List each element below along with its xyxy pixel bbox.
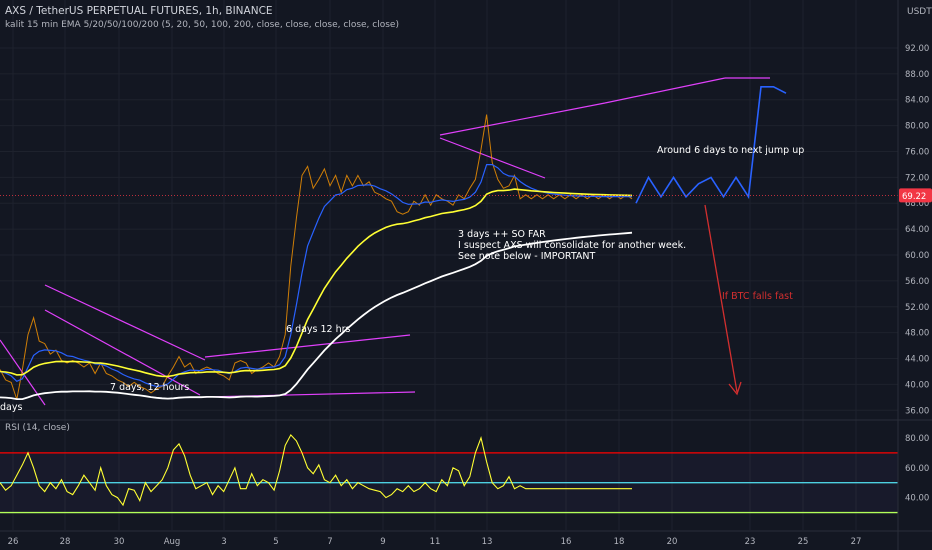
price-tick-label: 44.00	[905, 355, 929, 365]
price-tick-label: 92.00	[905, 44, 929, 54]
time-tick-label: 25	[798, 537, 809, 547]
annotation-consolidate: I suspect AXS will consolidate for anoth…	[458, 240, 686, 251]
price-tick-label: 56.00	[905, 277, 929, 287]
time-tick-label: 16	[561, 537, 572, 547]
symbol-title: AXS / TetherUS PERPETUAL FUTURES, 1h, BI…	[5, 5, 273, 17]
price-tick-label: 40.00	[905, 380, 929, 390]
price-tick-label: 76.00	[905, 147, 929, 157]
price-tick-label: 88.00	[905, 70, 929, 80]
annotation-see-note: See note below - IMPORTANT	[458, 251, 596, 262]
time-tick-label: 28	[60, 537, 71, 547]
price-tick-label: 84.00	[905, 96, 929, 106]
currency-label: USDT	[907, 7, 932, 17]
time-tick-label: 9	[380, 537, 385, 547]
time-tick-label: 20	[667, 537, 678, 547]
rsi-tick-label: 60.00	[905, 464, 929, 474]
time-tick-label: 18	[614, 537, 625, 547]
trading-chart[interactable]: 92.0088.0084.0080.0076.0072.0068.0064.00…	[0, 0, 932, 550]
rsi-tick-label: 40.00	[905, 494, 929, 504]
current-price-value: 69.22	[902, 192, 926, 202]
indicator-title: kalit 15 min EMA 5/20/50/100/200 (5, 20,…	[5, 20, 399, 30]
time-tick-label: 13	[482, 537, 493, 547]
price-tick-label: 72.00	[905, 173, 929, 183]
time-tick-label: Aug	[164, 537, 181, 547]
rsi-tick-label: 80.00	[905, 434, 929, 444]
time-tick-label: 26	[8, 537, 19, 547]
price-tick-label: 64.00	[905, 225, 929, 235]
annotation-6-days-jump: Around 6 days to next jump up	[657, 145, 804, 156]
time-tick-label: 5	[273, 537, 278, 547]
time-tick-label: 30	[114, 537, 125, 547]
time-tick-label: 23	[745, 537, 756, 547]
annotation-3-days: 3 days ++ SO FAR	[458, 229, 546, 240]
price-tick-label: 60.00	[905, 251, 929, 261]
price-tick-label: 36.00	[905, 406, 929, 416]
annotation-btc-falls: If BTC falls fast	[722, 291, 793, 302]
time-tick-label: 7	[327, 537, 332, 547]
rsi-title: RSI (14, close)	[5, 423, 70, 433]
time-tick-label: 3	[221, 537, 226, 547]
annotation-6-days-12-hrs: 6 days 12 hrs	[286, 324, 351, 335]
annotation-days: days	[0, 402, 22, 413]
time-tick-label: 11	[430, 537, 441, 547]
annotation-7-days-12-hours: 7 days, 12 hours	[110, 382, 189, 393]
price-tick-label: 52.00	[905, 303, 929, 313]
time-tick-label: 27	[851, 537, 862, 547]
price-tick-label: 48.00	[905, 329, 929, 339]
price-tick-label: 80.00	[905, 122, 929, 132]
